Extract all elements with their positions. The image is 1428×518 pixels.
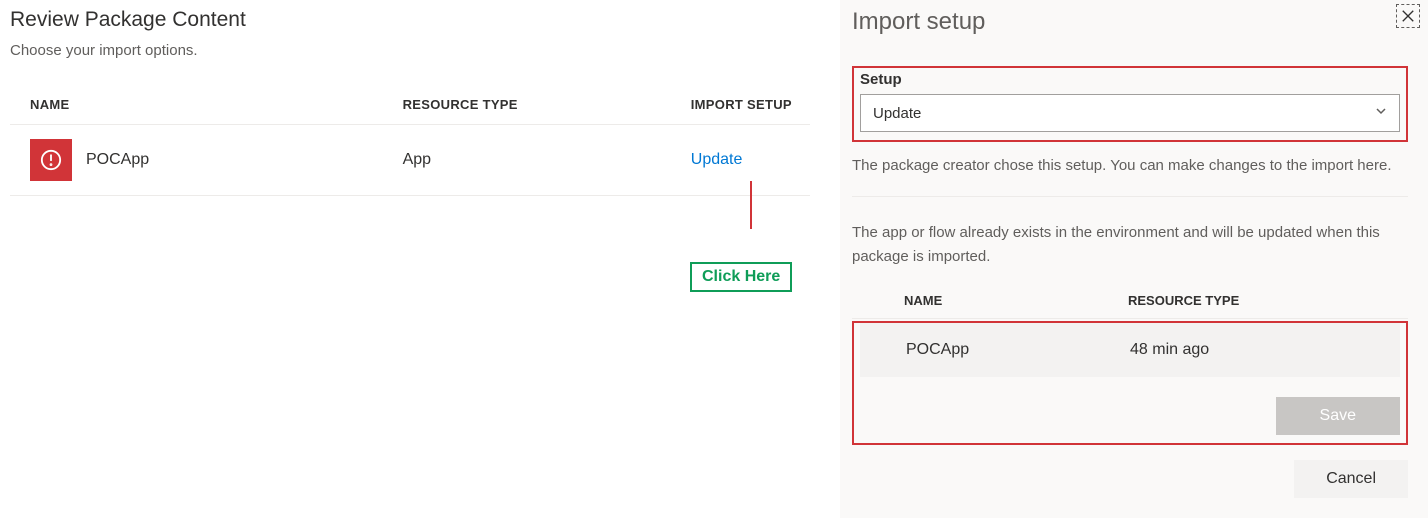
close-button[interactable] bbox=[1396, 4, 1420, 28]
chevron-down-icon bbox=[1375, 104, 1387, 122]
setup-select-value: Update bbox=[873, 105, 921, 122]
update-link[interactable]: Update bbox=[691, 151, 743, 168]
r-row-name: POCApp bbox=[860, 341, 1130, 359]
r-col-header-name: NAME bbox=[852, 293, 1128, 308]
annotation-line bbox=[750, 181, 752, 229]
annotation-click-here: Click Here bbox=[690, 262, 792, 292]
appflow-group: POCApp 48 min ago Save bbox=[852, 321, 1408, 445]
row-name: POCApp bbox=[86, 151, 149, 169]
setup-group: Setup Update bbox=[852, 66, 1408, 142]
table-header: NAME RESOURCE TYPE IMPORT SETUP bbox=[10, 89, 810, 125]
col-header-name: NAME bbox=[10, 97, 403, 112]
helper-text-1: The package creator chose this setup. Yo… bbox=[852, 154, 1408, 178]
r-col-header-type: RESOURCE TYPE bbox=[1128, 293, 1328, 308]
right-table-header: NAME RESOURCE TYPE bbox=[852, 287, 1408, 319]
alert-icon bbox=[30, 139, 72, 181]
right-table-row[interactable]: POCApp 48 min ago bbox=[860, 323, 1400, 377]
page-subtitle: Choose your import options. bbox=[10, 42, 810, 59]
left-panel: Review Package Content Choose your impor… bbox=[0, 0, 840, 518]
table-row: POCApp App Update bbox=[10, 125, 810, 196]
setup-select[interactable]: Update bbox=[860, 94, 1400, 132]
save-button[interactable]: Save bbox=[1276, 397, 1400, 435]
helper-text-2: The app or flow already exists in the en… bbox=[852, 221, 1408, 269]
panel-title: Import setup bbox=[852, 8, 1408, 36]
row-type: App bbox=[403, 151, 691, 169]
page-title: Review Package Content bbox=[10, 8, 810, 32]
cancel-button[interactable]: Cancel bbox=[1294, 460, 1408, 498]
r-row-type: 48 min ago bbox=[1130, 341, 1290, 359]
setup-label: Setup bbox=[860, 71, 1400, 88]
divider bbox=[852, 196, 1408, 197]
col-header-setup: IMPORT SETUP bbox=[691, 97, 810, 112]
right-panel: Import setup Setup Update The package cr… bbox=[840, 0, 1428, 518]
col-header-type: RESOURCE TYPE bbox=[403, 97, 691, 112]
